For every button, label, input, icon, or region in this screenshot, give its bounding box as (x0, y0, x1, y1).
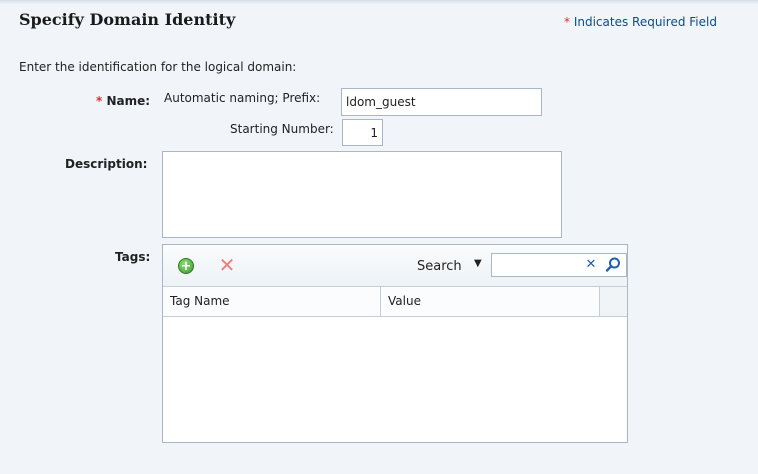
required-marker: * (564, 15, 570, 29)
prefix-input[interactable] (341, 88, 542, 116)
name-label-text: Name: (106, 94, 151, 108)
magnifier-icon[interactable] (603, 255, 623, 275)
tags-toolbar: + ✕ Search ▼ ✕ (163, 245, 627, 287)
description-label: Description: (65, 157, 148, 171)
tags-table-body[interactable] (163, 317, 627, 442)
required-note-text: Indicates Required Field (573, 15, 717, 29)
naming-prefix-label: Automatic naming; Prefix: (164, 91, 321, 105)
required-marker: * (96, 94, 103, 108)
delete-x-icon[interactable]: ✕ (217, 254, 237, 276)
tags-table-header-filler (599, 287, 627, 317)
add-circle-icon[interactable]: + (178, 258, 194, 274)
search-dropdown-label[interactable]: Search (417, 259, 462, 274)
tags-table-header: Tag Name Value (163, 287, 599, 317)
header-divider (0, 0, 758, 4)
intro-text: Enter the identification for the logical… (19, 60, 297, 74)
description-textarea[interactable] (162, 151, 562, 238)
starting-number-label: Starting Number: (230, 122, 334, 136)
clear-x-icon[interactable]: ✕ (584, 257, 598, 273)
tags-label: Tags: (115, 250, 151, 264)
chevron-down-icon[interactable]: ▼ (474, 258, 482, 269)
column-header-value[interactable]: Value (381, 287, 599, 316)
search-box: ✕ (491, 253, 627, 277)
name-label: * Name: (96, 94, 150, 108)
page-title: Specify Domain Identity (19, 10, 236, 29)
search-input[interactable] (492, 254, 580, 276)
column-header-tag-name[interactable]: Tag Name (163, 287, 381, 316)
starting-number-input[interactable] (342, 119, 383, 146)
tags-table: + ✕ Search ▼ ✕ Tag Name Value (162, 244, 628, 443)
required-field-note: * Indicates Required Field (564, 15, 717, 29)
